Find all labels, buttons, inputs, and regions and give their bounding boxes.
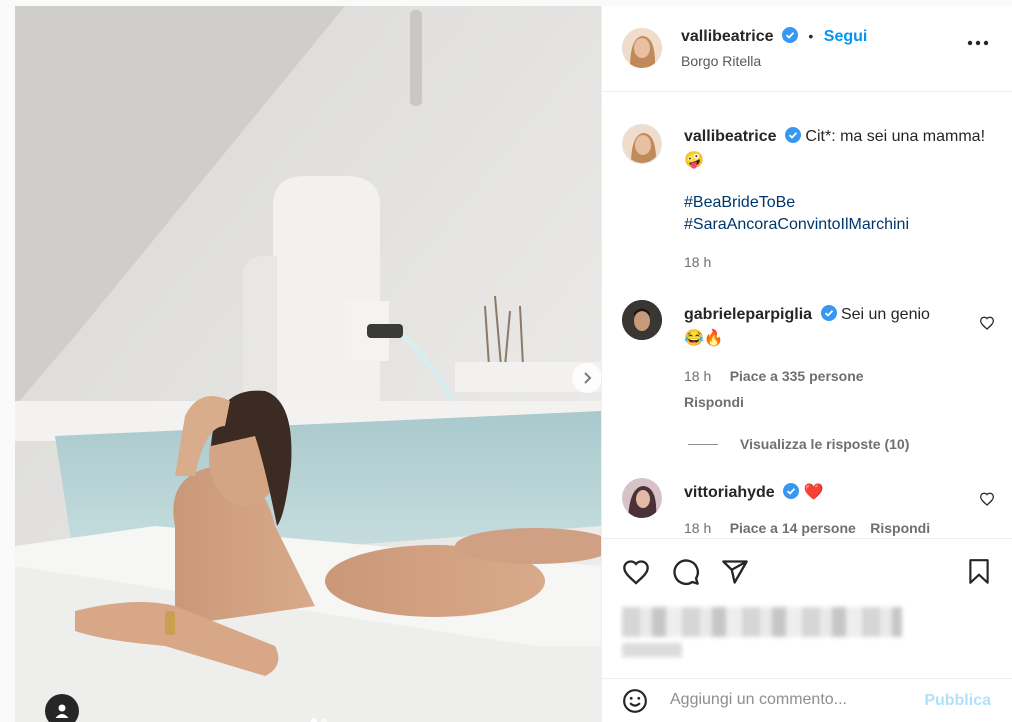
comment-username[interactable]: vittoriahyde	[684, 484, 775, 501]
caption-hashtags: #BeaBrideToBe #SaraAncoraConvintoIlMarch…	[684, 192, 994, 236]
caption-time[interactable]: 18 h	[684, 254, 994, 270]
post-frame: vallibeatrice • Segui Borgo Ritella vall…	[0, 0, 1012, 722]
verified-icon	[783, 483, 800, 499]
caption-emoji: 🤪	[684, 152, 704, 169]
comment-line: vittoriahyde ❤️	[684, 482, 974, 504]
comment-avatar[interactable]	[622, 478, 662, 518]
chevron-right-icon	[584, 372, 592, 384]
comment-input[interactable]	[670, 691, 920, 709]
comment-emoji: 😂🔥	[684, 330, 724, 347]
follow-button[interactable]: Segui	[824, 28, 868, 45]
reply-button[interactable]: Rispondi	[684, 394, 974, 410]
publish-button[interactable]: Pubblica	[924, 692, 991, 710]
comments-scroll-area[interactable]: vallibeatrice Cit*: ma sei una mamma! 🤪 …	[602, 92, 1012, 538]
comment-item: gabrieleparpiglia Sei un genio 😂🔥 18 h P…	[684, 304, 974, 452]
comment-likes[interactable]: Piace a 14 persone	[730, 520, 856, 536]
next-image-button[interactable]	[572, 363, 601, 393]
carousel-dot	[311, 718, 317, 722]
heart-icon[interactable]	[979, 316, 995, 330]
comment-text: Sei un genio	[840, 306, 930, 323]
likes-summary-blurred	[622, 607, 902, 637]
tagged-users-button[interactable]	[45, 694, 79, 722]
caption-avatar-image	[623, 125, 661, 163]
carousel-dot	[321, 718, 327, 722]
comment-line: gabrieleparpiglia Sei un genio	[684, 304, 974, 326]
view-replies-label[interactable]: Visualizza le risposte (10)	[740, 436, 909, 452]
verified-icon	[784, 127, 801, 143]
header-user-line: vallibeatrice • Segui	[681, 27, 867, 46]
view-replies-button[interactable]: Visualizza le risposte (10)	[684, 436, 974, 452]
comment-time[interactable]: 18 h	[684, 368, 711, 384]
comment-icon[interactable]	[672, 558, 700, 586]
author-avatar[interactable]	[622, 28, 662, 68]
header-separator: •	[808, 28, 814, 44]
comment-meta: 18 h Piace a 335 persone	[684, 368, 974, 386]
caption-username[interactable]: vallibeatrice	[684, 128, 777, 145]
post-image[interactable]	[15, 6, 601, 722]
caption-block: vallibeatrice Cit*: ma sei una mamma! 🤪 …	[684, 126, 994, 270]
heart-icon[interactable]	[622, 559, 650, 585]
author-avatar-image	[622, 28, 662, 68]
comment-item: vittoriahyde ❤️ 18 h Piace a 14 persone …	[684, 482, 974, 538]
hashtag-link[interactable]: #BeaBrideToBe	[684, 192, 994, 214]
post-photo	[15, 6, 601, 722]
post-actions	[602, 538, 1012, 678]
emoji-icon[interactable]	[622, 688, 648, 714]
caption-text: Cit*: ma sei una mamma!	[805, 128, 986, 145]
comment-avatar-image	[622, 478, 662, 518]
user-tag-icon	[55, 704, 69, 718]
hashtag-link[interactable]: #SaraAncoraConvintoIlMarchini	[684, 214, 994, 236]
comment-username[interactable]: gabrieleparpiglia	[684, 306, 812, 323]
caption-avatar[interactable]	[622, 124, 662, 164]
author-username[interactable]: vallibeatrice	[681, 28, 774, 45]
comment-time[interactable]: 18 h	[684, 520, 711, 536]
share-icon[interactable]	[721, 558, 749, 586]
replies-divider	[688, 443, 718, 445]
post-location[interactable]: Borgo Ritella	[681, 53, 761, 69]
comment-likes[interactable]: Piace a 335 persone	[730, 368, 864, 384]
caption-line: vallibeatrice Cit*: ma sei una mamma!	[684, 126, 994, 148]
bookmark-icon[interactable]	[966, 558, 992, 586]
verified-icon	[781, 27, 798, 43]
comment-avatar-image	[622, 300, 662, 340]
comment-avatar[interactable]	[622, 300, 662, 340]
add-comment-bar: Pubblica	[602, 678, 1012, 722]
more-icon[interactable]	[967, 40, 989, 46]
carousel-indicator	[311, 718, 327, 722]
reply-button[interactable]: Rispondi	[870, 520, 930, 536]
post-side-panel: vallibeatrice • Segui Borgo Ritella vall…	[601, 6, 1012, 722]
heart-icon[interactable]	[979, 492, 995, 506]
comment-emoji: ❤️	[803, 484, 824, 501]
verified-icon	[820, 305, 837, 321]
comment-meta: 18 h Piace a 14 persone Rispondi	[684, 520, 974, 538]
post-header: vallibeatrice • Segui Borgo Ritella	[602, 6, 1012, 92]
post-date-blurred	[622, 643, 682, 657]
